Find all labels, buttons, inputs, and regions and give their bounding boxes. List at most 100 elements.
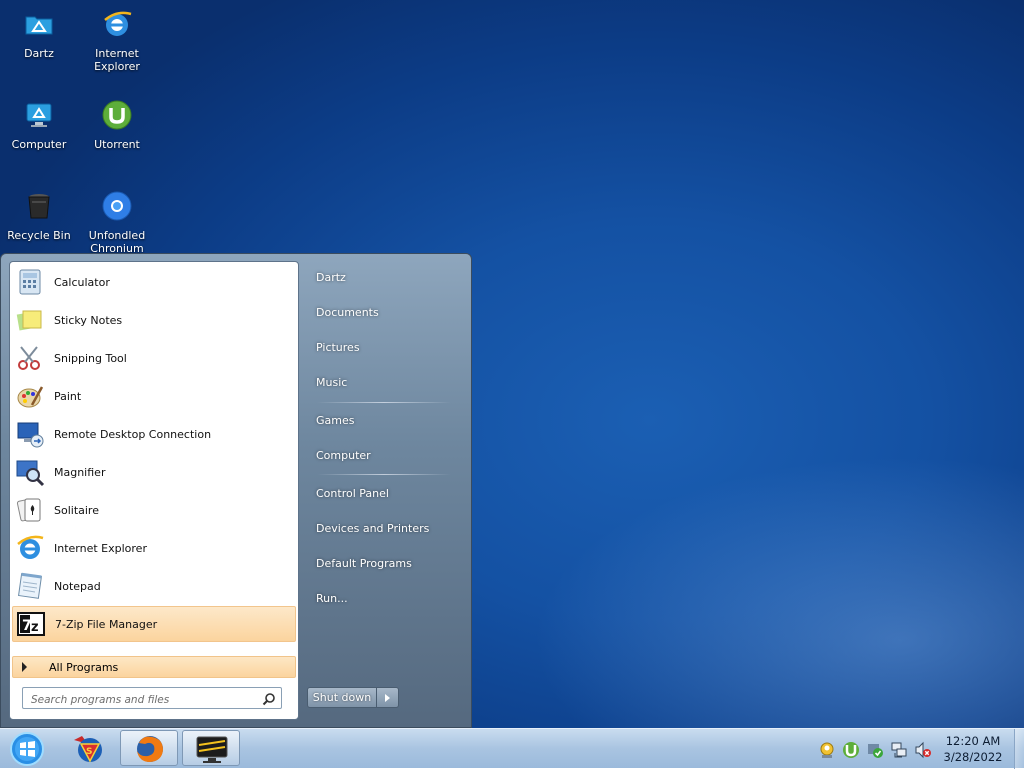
show-desktop-button[interactable] (1014, 729, 1024, 769)
firefox-icon (137, 736, 163, 762)
computer-icon (26, 103, 52, 127)
notepad-icon (18, 572, 42, 599)
start-menu-link-devices-and-printers[interactable]: Devices and Printers (307, 513, 457, 543)
recycle-bin-icon (28, 194, 50, 219)
link-label: Documents (316, 305, 379, 319)
windows-orb-icon (10, 732, 44, 766)
program-label: 7-Zip File Manager (55, 617, 158, 631)
monitor-app-icon (196, 736, 228, 763)
desktop-icon-dartz[interactable]: Dartz (1, 4, 77, 60)
program-label: Magnifier (54, 465, 106, 479)
program-sticky-notes[interactable]: Sticky Notes (12, 302, 296, 338)
clock-time: 12:20 AM (945, 734, 1001, 748)
desktop-icon-recycle-bin[interactable]: Recycle Bin (1, 186, 77, 242)
link-label: Music (316, 375, 348, 389)
all-programs-label: All Programs (49, 660, 119, 674)
start-menu-link-documents[interactable]: Documents (307, 297, 457, 327)
taskbar-app-media[interactable] (182, 730, 240, 766)
svg-text:S: S (86, 747, 92, 757)
search-box (22, 687, 282, 710)
network-icon[interactable] (890, 741, 908, 759)
shut-down-button[interactable]: Shut down (307, 687, 377, 708)
superman-icon: S (74, 736, 102, 763)
program-7zip-file-manager[interactable]: 7 z 7-Zip File Manager (12, 606, 296, 642)
start-menu-programs-pane: Calculator Sticky Notes Snipping Tool Pa… (9, 261, 299, 720)
internet-explorer-icon (17, 535, 44, 559)
arrow-right-icon (385, 693, 390, 702)
clock-date: 3/28/2022 (943, 750, 1003, 764)
start-menu-link-dartz[interactable]: Dartz (307, 262, 457, 292)
calculator-icon (19, 269, 41, 295)
program-paint[interactable]: Paint (12, 378, 296, 414)
desktop-icon-unfondled-chronium[interactable]: Unfondled Chronium (79, 186, 155, 255)
taskbar-app-superman[interactable]: S (60, 730, 118, 766)
program-internet-explorer[interactable]: Internet Explorer (12, 530, 296, 566)
start-menu-link-default-programs[interactable]: Default Programs (307, 548, 457, 578)
security-check-icon[interactable] (866, 741, 884, 759)
link-label: Pictures (316, 340, 360, 354)
system-clock[interactable]: 12:20 AM 3/28/2022 (936, 733, 1010, 765)
start-menu-link-music[interactable]: Music (307, 367, 457, 397)
start-menu-link-games[interactable]: Games (307, 405, 457, 435)
program-label: Calculator (54, 275, 110, 289)
desktop-icon-label: Utorrent (94, 138, 140, 151)
taskbar: S 12:20 AM 3/28/2022 (0, 728, 1024, 769)
internet-explorer-icon (104, 11, 132, 36)
program-notepad[interactable]: Notepad (12, 568, 296, 604)
utorrent-icon (102, 100, 132, 130)
all-programs-button[interactable]: All Programs (12, 656, 296, 678)
search-input[interactable] (29, 690, 261, 710)
chromium-icon (102, 191, 132, 221)
start-menu-link-computer[interactable]: Computer (307, 440, 457, 470)
program-solitaire[interactable]: Solitaire (12, 492, 296, 528)
magnifier-icon (16, 460, 45, 487)
desktop-icon-computer[interactable]: Computer (1, 95, 77, 151)
program-remote-desktop-connection[interactable]: Remote Desktop Connection (12, 416, 296, 452)
utorrent-tray-icon[interactable] (842, 741, 860, 759)
arrow-right-icon (22, 662, 27, 672)
user-folder-icon (25, 16, 53, 35)
program-label: Notepad (54, 579, 101, 593)
playing-card-icon (16, 498, 41, 522)
program-snipping-tool[interactable]: Snipping Tool (12, 340, 296, 376)
volume-muted-icon[interactable] (914, 741, 932, 759)
program-label: Internet Explorer (54, 541, 147, 555)
separator (317, 474, 451, 475)
remote-desktop-icon (17, 422, 44, 448)
desktop-icon-label: Computer (11, 138, 67, 151)
7zip-icon: 7 z (17, 612, 45, 636)
program-label: Paint (54, 389, 82, 403)
shut-down-label: Shut down (312, 691, 372, 704)
svg-text:z: z (31, 620, 39, 635)
shut-down-options-button[interactable] (377, 687, 399, 708)
start-menu-link-pictures[interactable]: Pictures (307, 332, 457, 362)
program-label: Snipping Tool (54, 351, 127, 365)
link-label: Dartz (316, 270, 346, 284)
start-menu: Calculator Sticky Notes Snipping Tool Pa… (0, 253, 472, 728)
network-user-icon[interactable] (818, 741, 836, 759)
desktop-icon-label: Recycle Bin (7, 229, 71, 242)
link-label: Devices and Printers (316, 521, 430, 535)
sticky-notes-icon (16, 310, 42, 331)
paint-palette-icon (17, 386, 44, 408)
link-label: Computer (316, 448, 371, 462)
separator (317, 402, 451, 403)
desktop-icon-label: Unfondled Chronium (88, 229, 146, 255)
link-label: Run... (316, 591, 348, 605)
desktop-icon-internet-explorer[interactable]: Internet Explorer (79, 4, 155, 73)
program-magnifier[interactable]: Magnifier (12, 454, 296, 490)
program-calculator[interactable]: Calculator (12, 264, 296, 300)
desktop-icon-label: Dartz (24, 47, 54, 60)
link-label: Default Programs (316, 556, 412, 570)
start-menu-link-run[interactable]: Run... (307, 583, 457, 613)
desktop-icon-utorrent[interactable]: Utorrent (79, 95, 155, 151)
start-button[interactable] (4, 730, 50, 768)
taskbar-app-firefox[interactable] (120, 730, 178, 766)
link-label: Control Panel (316, 486, 389, 500)
program-label: Remote Desktop Connection (54, 427, 212, 441)
desktop: Dartz Internet Explorer Computer Utorren… (0, 0, 1024, 728)
search-icon[interactable] (262, 692, 276, 706)
start-menu-link-control-panel[interactable]: Control Panel (307, 478, 457, 508)
program-label: Sticky Notes (54, 313, 123, 327)
link-label: Games (316, 413, 355, 427)
